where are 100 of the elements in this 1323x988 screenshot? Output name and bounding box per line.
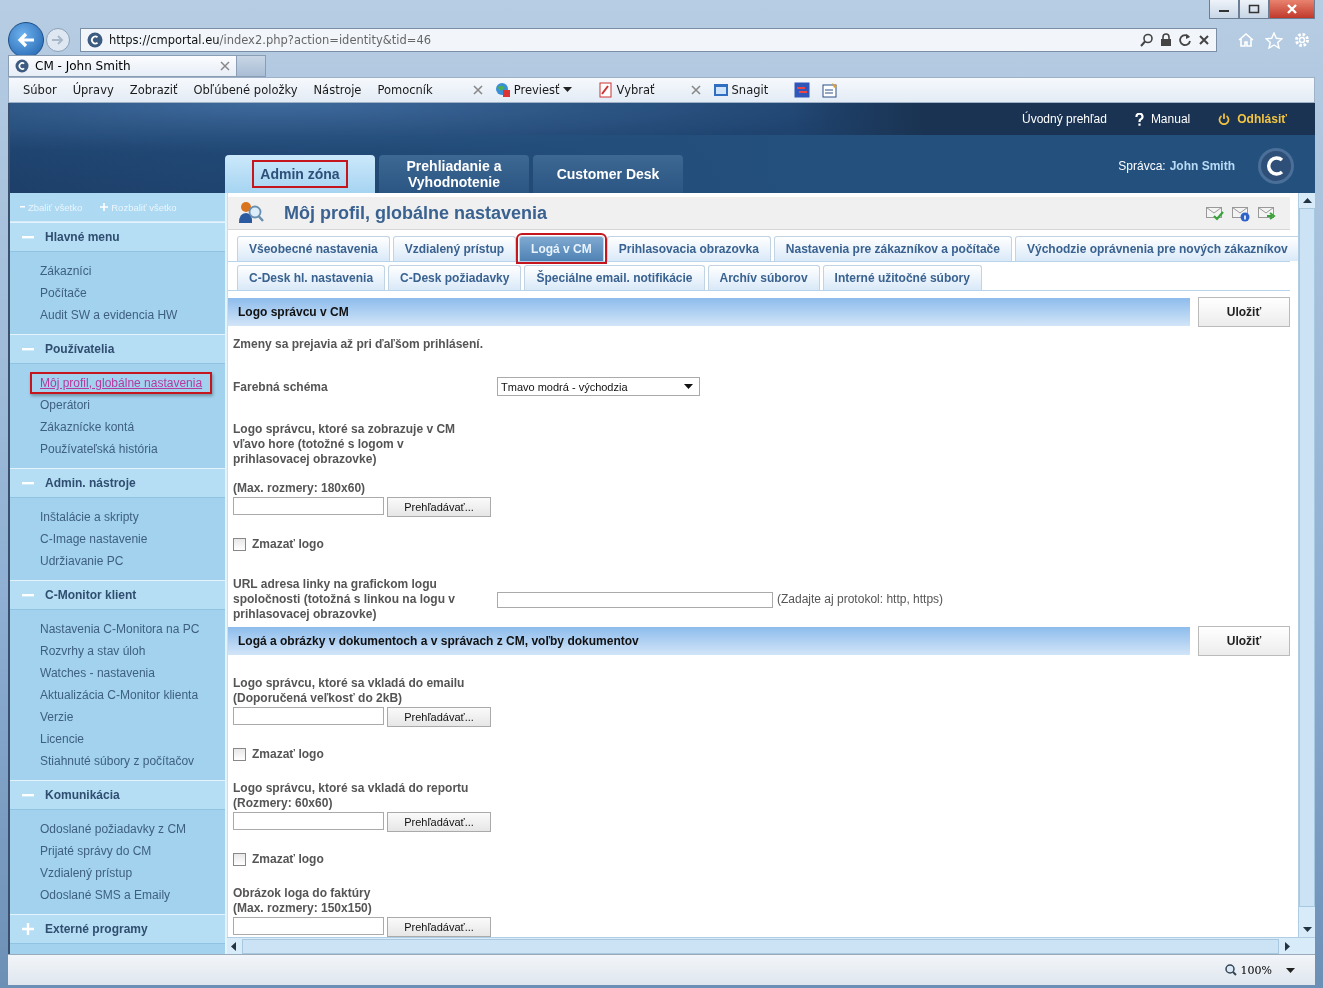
- caret-icon[interactable]: [1286, 967, 1295, 973]
- sidebar-section-header[interactable]: Externé programy: [10, 914, 225, 944]
- sidebar-link[interactable]: Nastavenia C-Monitora na PC: [30, 618, 210, 640]
- sidebar-link[interactable]: Licencie: [30, 728, 95, 750]
- caret-icon[interactable]: [562, 87, 572, 93]
- menu-item[interactable]: Zobraziť: [127, 83, 180, 97]
- app-logo-icon: [1257, 147, 1295, 185]
- scroll-left-icon[interactable]: [231, 941, 236, 951]
- menu-item[interactable]: Obľúbené položky: [191, 83, 300, 97]
- close-toolbar-icon[interactable]: [472, 85, 483, 95]
- mail-info-icon[interactable]: [1232, 204, 1250, 222]
- sidebar-link[interactable]: C-Image nastavenie: [30, 528, 158, 550]
- new-tab-button[interactable]: [237, 55, 266, 77]
- sidebar-link[interactable]: Môj profil, globálne nastavenia: [30, 372, 213, 394]
- sub-tab[interactable]: Východzie oprávnenia pre nových zákazníkov: [1014, 236, 1298, 261]
- sidebar-link[interactable]: Počítače: [30, 282, 97, 304]
- forward-button[interactable]: [46, 28, 70, 52]
- sidebar-section-header[interactable]: Admin. nástroje: [10, 468, 225, 498]
- sub-tab[interactable]: Archív súborov: [707, 265, 820, 290]
- sub-tab[interactable]: Nastavenia pre zákazníkov a počítače: [773, 236, 1012, 261]
- field-hint: (Max. rozmery: 150x150): [233, 901, 372, 916]
- mail-forward-icon[interactable]: [1258, 204, 1276, 221]
- sidebar-link[interactable]: Aktualizácia C-Monitor klienta: [30, 684, 209, 706]
- sidebar-link[interactable]: Vzdialený prístup: [30, 862, 143, 884]
- checkbox[interactable]: [233, 537, 246, 551]
- scroll-down-icon[interactable]: [1302, 927, 1312, 932]
- notepad-icon[interactable]: [822, 82, 839, 98]
- toolbar-button[interactable]: Snagit: [712, 82, 769, 98]
- file-path-field[interactable]: [233, 707, 384, 725]
- browse-button[interactable]: Prehľadávať...: [387, 707, 491, 727]
- main-tab[interactable]: Customer Desk: [533, 155, 683, 193]
- browse-button[interactable]: Prehľadávať...: [387, 812, 491, 832]
- browse-button[interactable]: Prehľadávať...: [387, 917, 491, 937]
- sidebar-link[interactable]: Prijaté správy do CM: [30, 840, 162, 862]
- vertical-scrollbar[interactable]: [1298, 193, 1315, 937]
- sidebar-link[interactable]: Inštalácie a skripty: [30, 506, 149, 528]
- pdf-page-icon: [597, 82, 614, 98]
- address-bar[interactable]: https://cmportal.eu/index2.php?action=identity&tid=46: [80, 28, 1217, 52]
- sidebar-link[interactable]: Zákaznícke kontá: [30, 416, 145, 438]
- menu-item[interactable]: Úpravy: [70, 83, 116, 97]
- menu-item[interactable]: Pomocník: [375, 83, 435, 97]
- sidebar-link[interactable]: Stiahnuté súbory z počítačov: [30, 750, 205, 772]
- sidebar-link[interactable]: Odoslané SMS a Emaily: [30, 884, 181, 906]
- minimize-button[interactable]: [1209, 0, 1239, 19]
- maximize-button[interactable]: [1239, 0, 1269, 19]
- sidebar-link[interactable]: Používateľská história: [30, 438, 168, 460]
- sidebar-link[interactable]: Operátori: [30, 394, 101, 416]
- url-field[interactable]: [497, 591, 773, 608]
- file-path-field[interactable]: [233, 812, 384, 830]
- toolbar-button[interactable]: Vybrať: [597, 82, 655, 98]
- sub-tab[interactable]: C-Desk hl. nastavenia: [237, 265, 386, 290]
- stop-icon[interactable]: [1198, 34, 1210, 46]
- sidebar-link[interactable]: Audit SW a evidencia HW: [30, 304, 188, 326]
- app-window-icon[interactable]: [794, 82, 811, 98]
- browser-tab[interactable]: CM - John Smith: [8, 55, 237, 77]
- save-button[interactable]: Uložiť: [1198, 297, 1290, 327]
- close-button[interactable]: [1269, 0, 1315, 19]
- header-link[interactable]: Odhlásiť: [1218, 112, 1287, 126]
- sidebar-link[interactable]: Verzie: [30, 706, 84, 728]
- sub-tab[interactable]: C-Desk požiadavky: [388, 265, 522, 290]
- header-link[interactable]: Manual: [1134, 112, 1191, 126]
- refresh-icon[interactable]: [1178, 33, 1192, 47]
- sub-tab[interactable]: Prihlasovacia obrazovka: [606, 236, 771, 261]
- sidebar-section-header[interactable]: Hlavné menu: [10, 222, 225, 252]
- menu-item[interactable]: Nástroje: [311, 83, 364, 97]
- back-button[interactable]: [8, 22, 44, 58]
- close-tab-icon[interactable]: [220, 61, 230, 71]
- page-title: Môj profil, globálne nastavenia: [284, 202, 549, 224]
- zoom-level[interactable]: 100%: [1224, 963, 1272, 977]
- close-toolbar-icon[interactable]: [690, 85, 701, 95]
- favorites-star-icon[interactable]: [1265, 31, 1283, 49]
- scroll-right-icon[interactable]: [1285, 941, 1290, 951]
- sidebar-section-header[interactable]: Komunikácia: [10, 780, 225, 810]
- main-tab[interactable]: Admin zóna: [225, 155, 375, 193]
- header-link[interactable]: Úvodný prehľad: [1022, 112, 1107, 126]
- browse-button[interactable]: Prehľadávať...: [387, 497, 491, 517]
- sidebar-link[interactable]: Udržiavanie PC: [30, 550, 134, 572]
- sidebar-link[interactable]: Zákazníci: [30, 260, 102, 282]
- horizontal-scrollbar[interactable]: [227, 937, 1315, 954]
- save-button[interactable]: Uložiť: [1198, 626, 1290, 656]
- sidebar-link[interactable]: Odoslané požiadavky z CM: [30, 818, 197, 840]
- sidebar-section-header[interactable]: Používatelia: [10, 334, 225, 364]
- checkbox[interactable]: [233, 852, 246, 866]
- mail-check-icon[interactable]: [1206, 204, 1224, 221]
- sidebar-section-header[interactable]: C-Monitor klient: [10, 580, 225, 610]
- sidebar-link[interactable]: Watches - nastavenia: [30, 662, 165, 684]
- sub-tab[interactable]: Všeobecné nastavenia: [237, 236, 390, 261]
- checkbox[interactable]: [233, 747, 246, 761]
- sidebar-link[interactable]: Rozvrhy a stav úloh: [30, 640, 156, 662]
- search-icon[interactable]: [1140, 33, 1154, 47]
- file-path-field[interactable]: [233, 497, 384, 515]
- file-path-field[interactable]: [233, 917, 384, 935]
- sub-tab[interactable]: Interné užitočné súbory: [822, 265, 982, 290]
- color-scheme-dropdown[interactable]: Tmavo modrá - východzia: [497, 377, 700, 396]
- toolbar-button[interactable]: Previesť: [494, 82, 572, 98]
- sub-tab[interactable]: Špeciálne email. notifikácie: [524, 265, 705, 290]
- sub-tab[interactable]: Vzdialený prístup: [392, 236, 517, 261]
- main-tab[interactable]: Prehliadanie a Vyhodnotenie: [379, 155, 529, 193]
- scroll-up-icon[interactable]: [1302, 198, 1312, 203]
- menu-item[interactable]: Súbor: [21, 83, 59, 97]
